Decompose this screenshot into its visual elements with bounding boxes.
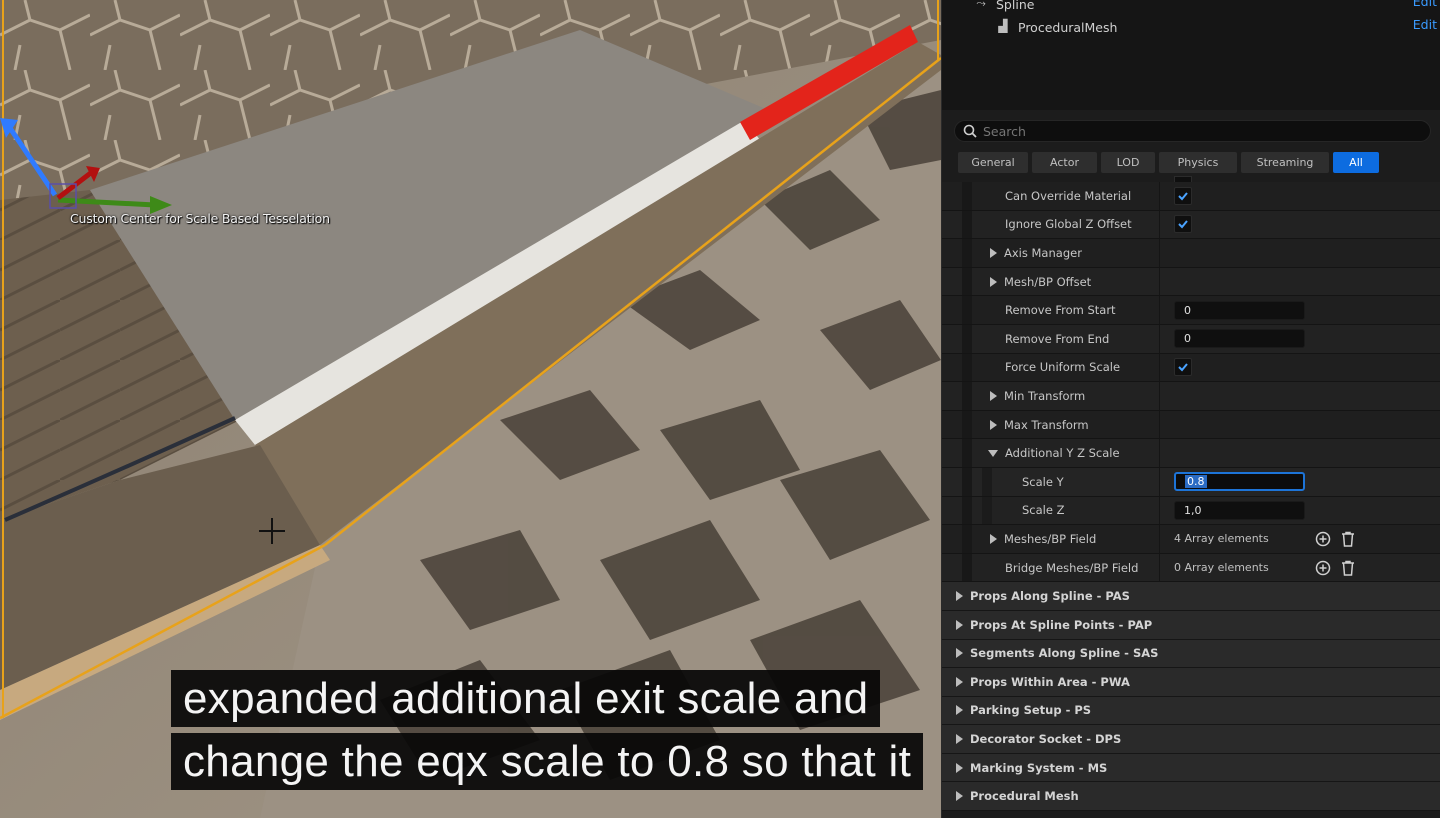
add-element-icon[interactable] <box>1314 530 1331 547</box>
prop-ignore-global-z-offset: Ignore Global Z Offset <box>942 210 1440 240</box>
component-label: Spline <box>996 0 1035 12</box>
section-decorator-socket[interactable]: Decorator Socket - DPS <box>942 725 1440 754</box>
section-parking-setup[interactable]: Parking Setup - PS <box>942 696 1440 726</box>
prop-force-uniform-scale: Force Uniform Scale <box>942 353 1440 383</box>
tab-actor[interactable]: Actor <box>1032 152 1097 173</box>
edit-spline-link[interactable]: Edit <box>1413 0 1437 9</box>
details-panel: ⤳ Spline Edit ▟ ProceduralMesh Edit Gene… <box>941 0 1440 818</box>
prop-additional-yz-scale[interactable]: Additional Y Z Scale <box>942 439 1440 468</box>
expand-arrow-icon[interactable] <box>956 734 963 745</box>
expand-arrow-icon[interactable] <box>956 619 963 630</box>
prop-label: Ignore Global Z Offset <box>1005 217 1132 232</box>
edit-procedural-mesh-link[interactable]: Edit <box>1413 17 1437 32</box>
subtitle-line-1: expanded additional exit scale and <box>171 670 881 727</box>
crosshair-icon <box>259 518 285 544</box>
expand-arrow-icon[interactable] <box>956 791 963 802</box>
tab-general[interactable]: General <box>958 152 1028 173</box>
gizmo-label: Custom Center for Scale Based Tesselatio… <box>70 211 330 226</box>
checkmark-icon <box>1178 192 1188 201</box>
array-count: 0 Array elements <box>1174 561 1269 575</box>
array-count: 4 Array elements <box>1174 532 1269 546</box>
section-props-along-spline[interactable]: Props Along Spline - PAS <box>942 582 1440 611</box>
prop-label: Max Transform <box>1004 417 1089 432</box>
prop-label: Can Override Material <box>1005 188 1132 203</box>
section-marking-system[interactable]: Marking System - MS <box>942 753 1440 783</box>
scale-y-field[interactable]: 0.8 <box>1174 472 1305 492</box>
section-procedural-mesh[interactable]: Procedural Mesh <box>942 782 1440 812</box>
scale-z-field[interactable]: 1,0 <box>1174 500 1305 520</box>
search-input[interactable] <box>983 123 1403 139</box>
add-element-icon[interactable] <box>1314 559 1331 576</box>
expand-arrow-icon[interactable] <box>956 705 963 716</box>
trash-icon[interactable] <box>1339 530 1356 547</box>
prop-label: Bridge Meshes/BP Field <box>1005 560 1139 575</box>
expand-arrow-icon[interactable] <box>956 648 963 659</box>
prop-label: Remove From End <box>1005 331 1110 346</box>
checkmark-icon <box>1178 363 1188 372</box>
section-segments-along-spline[interactable]: Segments Along Spline - SAS <box>942 639 1440 669</box>
expand-arrow-icon[interactable] <box>990 276 997 287</box>
section-props-within-area[interactable]: Props Within Area - PWA <box>942 668 1440 697</box>
expand-arrow-icon[interactable] <box>990 247 997 258</box>
prop-axis-manager[interactable]: Axis Manager <box>942 239 1440 268</box>
tab-streaming[interactable]: Streaming <box>1241 152 1329 173</box>
component-label: ProceduralMesh <box>1018 19 1118 35</box>
property-list: Can Override Material Ignore Global Z Of… <box>942 182 1440 812</box>
prop-can-override-material: Can Override Material <box>942 182 1440 211</box>
prop-label: Mesh/BP Offset <box>1004 274 1092 289</box>
prop-scale-y: Scale Y 0.8 <box>942 467 1440 497</box>
tab-physics[interactable]: Physics <box>1159 152 1237 173</box>
prop-label: Force Uniform Scale <box>1005 360 1121 375</box>
can-override-material-checkbox[interactable] <box>1174 186 1192 205</box>
prop-label: Additional Y Z Scale <box>1005 446 1120 461</box>
prop-bridge-meshes-bp-field: Bridge Meshes/BP Field 0 Array elements <box>942 553 1440 583</box>
force-uniform-scale-checkbox[interactable] <box>1174 358 1192 377</box>
prop-mesh-bp-offset[interactable]: Mesh/BP Offset <box>942 267 1440 297</box>
tab-lod[interactable]: LOD <box>1101 152 1155 173</box>
expand-arrow-icon[interactable] <box>956 591 963 602</box>
subtitle-line-2: change the eqx scale to 0.8 so that it <box>171 733 924 790</box>
remove-from-end-field[interactable]: 0 <box>1174 329 1305 349</box>
expand-arrow-icon[interactable] <box>990 419 997 430</box>
prop-label: Remove From Start <box>1005 303 1116 318</box>
details-search[interactable] <box>954 120 1431 142</box>
prop-remove-from-start: Remove From Start 0 <box>942 296 1440 325</box>
expand-arrow-icon[interactable] <box>990 533 997 544</box>
expand-arrow-icon[interactable] <box>956 676 963 687</box>
prop-label: Scale Z <box>1022 503 1065 518</box>
trash-icon[interactable] <box>1339 559 1356 576</box>
prop-meshes-bp-field[interactable]: Meshes/BP Field 4 Array elements <box>942 525 1440 554</box>
search-icon <box>963 124 977 138</box>
procedural-mesh-icon: ▟ <box>998 19 1008 33</box>
ignore-global-z-offset-checkbox[interactable] <box>1174 215 1192 234</box>
remove-from-start-field[interactable]: 0 <box>1174 300 1305 320</box>
checkmark-icon <box>1178 220 1188 229</box>
prop-scale-z: Scale Z 1,0 <box>942 496 1440 526</box>
tab-all[interactable]: All <box>1333 152 1379 173</box>
prop-label: Min Transform <box>1004 388 1086 403</box>
prop-max-transform[interactable]: Max Transform <box>942 410 1440 440</box>
spline-icon: ⤳ <box>976 0 986 10</box>
section-props-at-spline-points[interactable]: Props At Spline Points - PAP <box>942 610 1440 640</box>
prop-label: Meshes/BP Field <box>1004 531 1097 546</box>
prop-label: Axis Manager <box>1004 245 1082 260</box>
component-spline[interactable]: ⤳ Spline <box>972 0 1034 14</box>
prop-min-transform[interactable]: Min Transform <box>942 382 1440 411</box>
expand-arrow-icon[interactable] <box>990 390 997 401</box>
expand-arrow-icon[interactable] <box>956 762 963 773</box>
components-tree: ⤳ Spline Edit ▟ ProceduralMesh Edit <box>942 0 1440 110</box>
component-procedural-mesh[interactable]: ▟ ProceduralMesh <box>994 17 1117 37</box>
filter-tabs: General Actor LOD Physics Streaming All <box>958 152 1379 174</box>
collapse-arrow-icon[interactable] <box>988 449 998 457</box>
prop-label: Scale Y <box>1022 474 1064 489</box>
prop-remove-from-end: Remove From End 0 <box>942 324 1440 354</box>
